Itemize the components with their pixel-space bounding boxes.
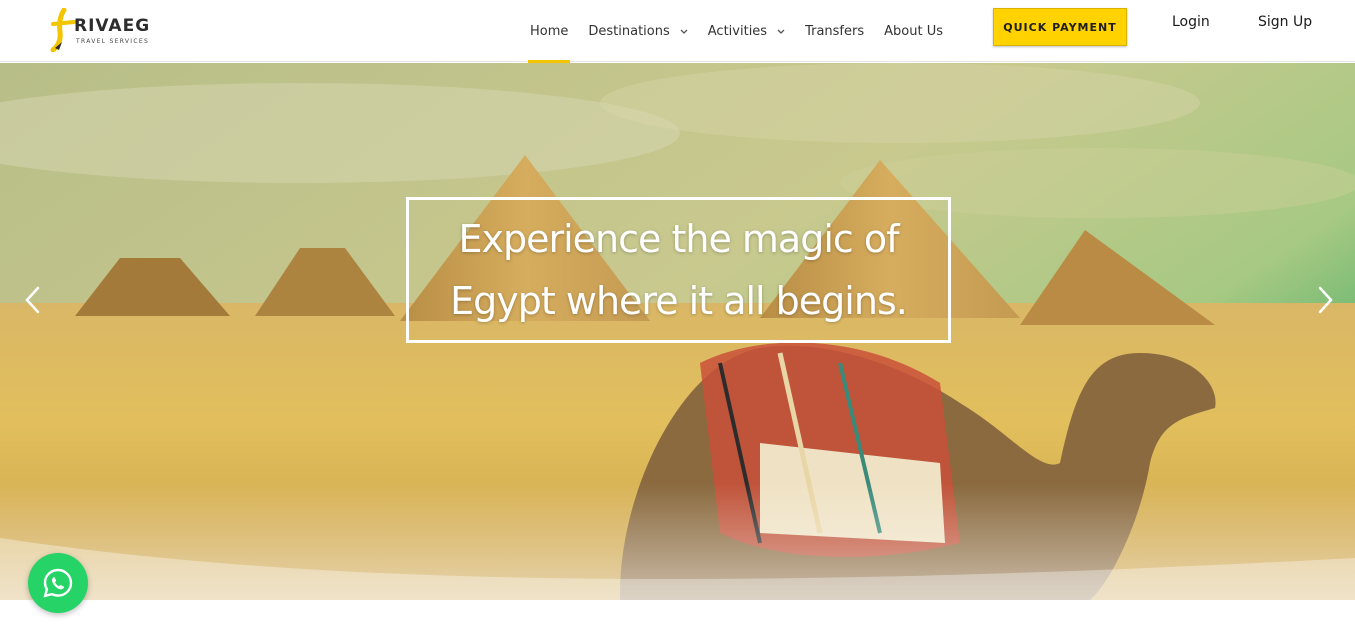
nav-item-transfers[interactable]: Transfers xyxy=(795,0,874,62)
nav-item-activities[interactable]: Activities xyxy=(698,0,795,62)
main-nav: Home Destinations Activities Transfers A… xyxy=(520,0,953,63)
hero-caption: Experience the magic of Egypt where it a… xyxy=(406,197,951,343)
signup-link[interactable]: Sign Up xyxy=(1258,14,1312,30)
login-link[interactable]: Login xyxy=(1172,14,1210,30)
nav-item-about-us[interactable]: About Us xyxy=(874,0,953,62)
nav-item-label: Activities xyxy=(707,23,768,39)
whatsapp-button[interactable] xyxy=(28,553,88,613)
chevron-down-icon xyxy=(680,24,688,39)
hero-slider: Experience the magic of Egypt where it a… xyxy=(0,63,1355,600)
nav-item-home[interactable]: Home xyxy=(520,0,578,63)
chevron-right-icon xyxy=(1318,286,1333,314)
quick-payment-button[interactable]: QUICK PAYMENT xyxy=(993,8,1127,46)
logo[interactable]: RIVAEG TRAVEL SERVICES xyxy=(50,6,165,52)
nav-item-destinations[interactable]: Destinations xyxy=(578,0,697,62)
chevron-down-icon xyxy=(777,24,785,39)
hero-caption-line-2: Egypt where it all begins. xyxy=(450,279,908,323)
logo-brand-text: RIVAEG xyxy=(74,16,151,36)
nav-item-label: About Us xyxy=(884,23,943,39)
nav-item-label: Destinations xyxy=(588,23,670,39)
slider-next-button[interactable] xyxy=(1310,283,1340,317)
nav-item-label: Transfers xyxy=(805,23,865,39)
nav-item-label: Home xyxy=(530,23,569,39)
hero-caption-text: Experience the magic of Egypt where it a… xyxy=(450,208,908,332)
hero-caption-line-1: Experience the magic of xyxy=(458,217,899,261)
logo-tagline: TRAVEL SERVICES xyxy=(76,38,150,45)
slider-prev-button[interactable] xyxy=(18,283,48,317)
whatsapp-icon xyxy=(43,568,73,598)
site-header: RIVAEG TRAVEL SERVICES Home Destinations… xyxy=(0,0,1355,63)
chevron-left-icon xyxy=(25,286,40,314)
